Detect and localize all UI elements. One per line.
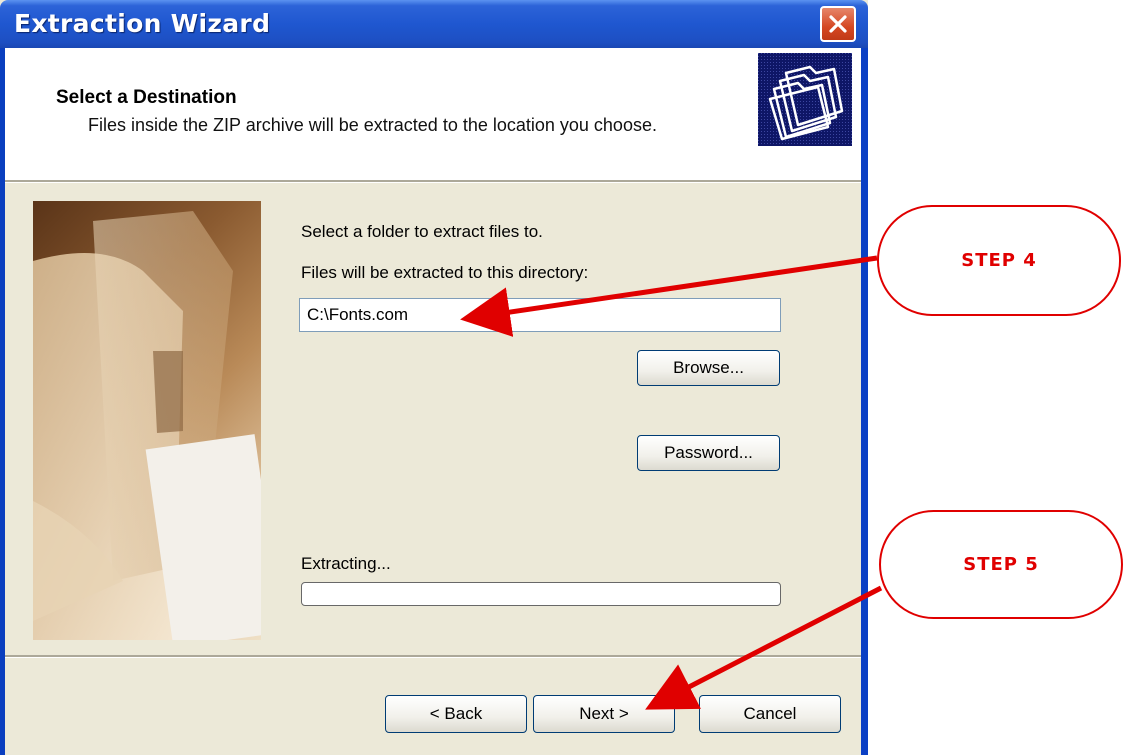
back-button[interactable]: < Back	[385, 695, 527, 733]
destination-path-input[interactable]: C:\Fonts.com	[299, 298, 781, 332]
instruction-text: Select a folder to extract files to.	[301, 222, 543, 241]
extraction-progress-bar	[301, 582, 781, 606]
extraction-wizard-window: Extraction Wizard Select a Destination F…	[0, 0, 868, 755]
password-button[interactable]: Password...	[637, 435, 780, 471]
next-button[interactable]: Next >	[533, 695, 675, 733]
footer-divider-highlight	[5, 657, 861, 658]
browse-button[interactable]: Browse...	[637, 350, 780, 386]
cancel-button[interactable]: Cancel	[699, 695, 841, 733]
directory-label: Files will be extracted to this director…	[301, 263, 589, 282]
wizard-side-image	[33, 201, 261, 640]
step4-label: STEP 4	[961, 250, 1037, 271]
page-subtitle: Files inside the ZIP archive will be ext…	[88, 115, 657, 135]
window-title: Extraction Wizard	[14, 9, 271, 38]
window-frame-right	[861, 48, 868, 755]
step5-callout: STEP 5	[879, 510, 1123, 619]
title-bar[interactable]: Extraction Wizard	[0, 0, 868, 48]
close-button[interactable]	[820, 6, 856, 42]
extracting-label: Extracting...	[301, 554, 391, 573]
page-title: Select a Destination	[56, 87, 237, 108]
step4-callout: STEP 4	[877, 205, 1121, 316]
wizard-header: Select a Destination Files inside the ZI…	[5, 48, 861, 180]
header-divider-highlight	[5, 182, 861, 183]
step5-label: STEP 5	[963, 554, 1039, 575]
folders-icon	[758, 53, 852, 146]
destination-path-value: C:\Fonts.com	[307, 305, 409, 324]
close-icon	[829, 15, 847, 33]
